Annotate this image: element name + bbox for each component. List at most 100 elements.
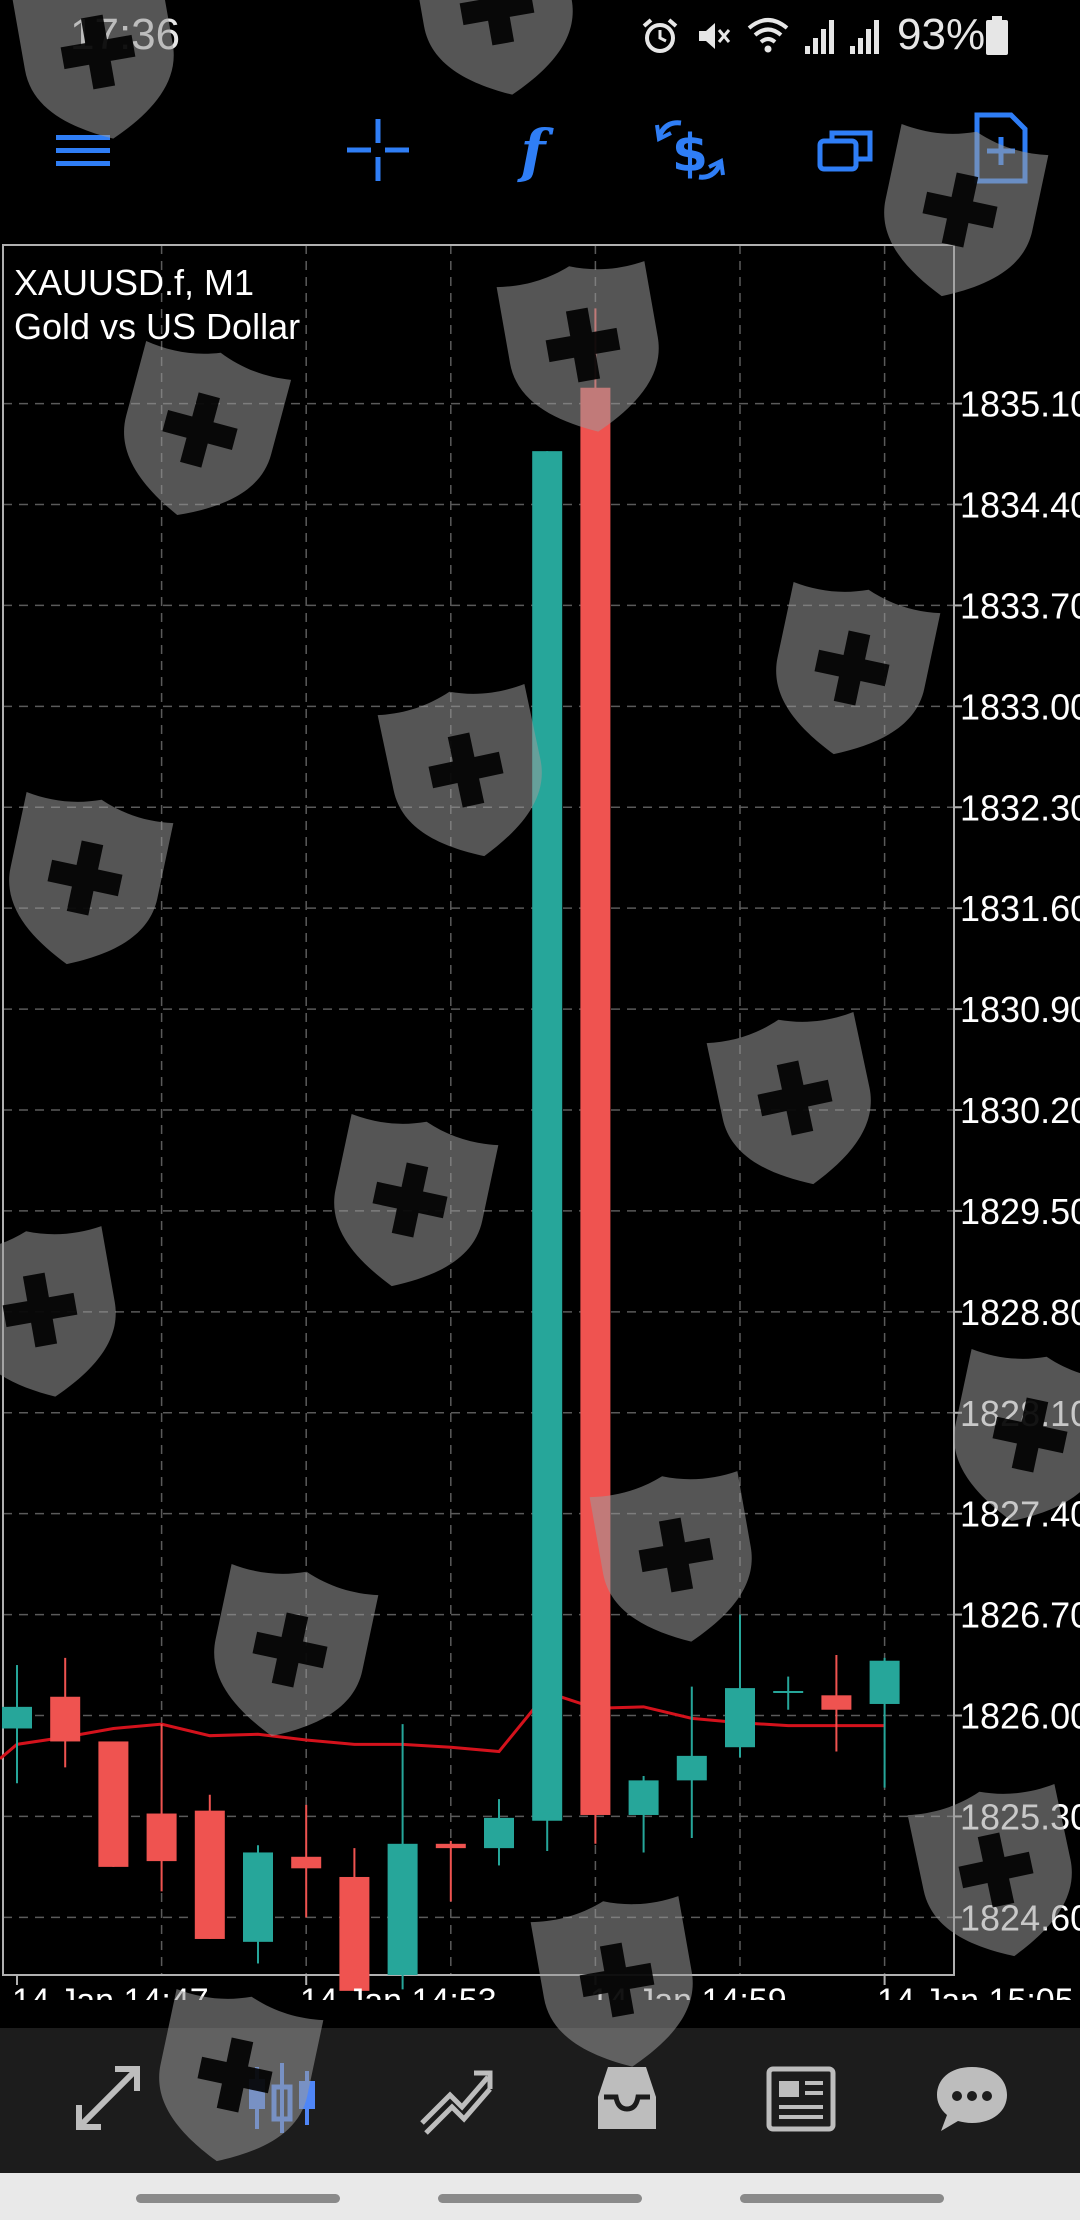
y-tick-label: 1830.20 [960, 1090, 1080, 1131]
y-axis: 1835.10 1834.40 1833.70 1833.00 1832.30 1831.… [954, 384, 1080, 1938]
candle [676, 1686, 707, 1839]
history-icon [598, 2067, 656, 2129]
y-tick-label: 1830.90 [960, 989, 1080, 1030]
indicators-icon: f [517, 117, 555, 185]
x-tick-label: 14 Jan 14:53 [300, 1982, 497, 2000]
status-bar: 17:36 93% [0, 0, 1080, 72]
wifi-icon [747, 18, 789, 53]
candle-body [821, 1695, 852, 1710]
x-tick-label: 14 Jan 14:47 [12, 1982, 209, 2000]
battery-percentage: 93% [897, 10, 986, 59]
x-axis: 14 Jan 14:47 14 Jan 14:53 14 Jan 14:59 14 J… [12, 1975, 1074, 2000]
candle [194, 1794, 225, 1939]
system-gesture-bar [0, 2173, 1080, 2220]
bottom-navigation [0, 2028, 1080, 2173]
candle-body [532, 451, 563, 1821]
x-tick-label: 14 Jan 15:05 [877, 1982, 1074, 2000]
chart-symbol-description: Gold vs US Dollar [14, 306, 301, 347]
y-tick-label: 1826.00 [960, 1696, 1080, 1737]
candle [773, 1676, 804, 1710]
nav-trade[interactable] [410, 2053, 500, 2143]
y-tick-label: 1828.80 [960, 1292, 1080, 1333]
chart-grid [3, 245, 954, 1975]
y-tick-label: 1828.10 [960, 1393, 1080, 1434]
nav-quotes[interactable] [63, 2053, 153, 2143]
y-tick-label: 1824.60 [960, 1897, 1080, 1938]
windows-button[interactable] [800, 105, 890, 195]
y-tick-label: 1827.40 [960, 1494, 1080, 1535]
candle [869, 1657, 900, 1788]
candle [339, 1848, 370, 1991]
candle-body [773, 1690, 804, 1693]
y-tick-label: 1826.70 [960, 1595, 1080, 1636]
candle [387, 1724, 418, 1990]
chat-icon [937, 2067, 1007, 2131]
candle [98, 1741, 129, 1867]
chart-area[interactable]: 1835.10 1834.40 1833.70 1833.00 1832.30 1831.… [0, 240, 1080, 2000]
candle [580, 308, 611, 1844]
back-pill[interactable] [740, 2194, 944, 2203]
candle [243, 1845, 273, 1964]
menu-button[interactable] [38, 105, 128, 195]
candle [628, 1776, 659, 1853]
candle [291, 1804, 322, 1918]
y-tick-label: 1831.60 [960, 888, 1080, 929]
windows-icon [817, 130, 873, 172]
candle-body [50, 1696, 81, 1742]
top-toolbar: f $ [0, 95, 1080, 215]
svg-text:f: f [517, 117, 555, 185]
y-tick-label: 1832.30 [960, 787, 1080, 828]
trade-icon: $ [655, 120, 725, 184]
candle-body [580, 387, 611, 1815]
quotes-icon [76, 2066, 140, 2130]
indicators-button[interactable]: f [488, 105, 578, 195]
candle [725, 1614, 755, 1758]
home-pill[interactable] [438, 2194, 642, 2203]
news-icon [766, 2066, 836, 2132]
candle-body [2, 1706, 32, 1729]
menu-icon [56, 135, 110, 166]
recent-apps-pill[interactable] [136, 2194, 340, 2203]
candle [2, 1665, 32, 1784]
candle [435, 1840, 466, 1902]
candle-body [291, 1856, 322, 1869]
candle [50, 1657, 81, 1768]
signal-icon [850, 20, 879, 54]
candle-body [484, 1817, 514, 1849]
candle-body [243, 1852, 273, 1942]
candle-body [98, 1741, 129, 1867]
candle [821, 1654, 852, 1752]
candle-body [146, 1813, 177, 1862]
candle-body [725, 1688, 755, 1748]
new-order-button[interactable] [955, 103, 1045, 193]
candle-body [628, 1780, 659, 1815]
candle [532, 451, 563, 1852]
nav-history[interactable] [582, 2053, 672, 2143]
trade-button[interactable]: $ [645, 105, 735, 195]
y-tick-label: 1825.30 [960, 1796, 1080, 1837]
nav-chart[interactable] [237, 2053, 327, 2143]
alarm-icon [642, 18, 678, 53]
price-chart[interactable]: 1835.10 1834.40 1833.70 1833.00 1832.30 1831.… [0, 240, 1080, 2000]
chart-icon [249, 2063, 315, 2133]
crosshair-button[interactable] [333, 105, 423, 195]
nav-chat[interactable] [927, 2053, 1017, 2143]
y-tick-label: 1833.00 [960, 686, 1080, 727]
candle [146, 1724, 177, 1892]
y-tick-label: 1835.10 [960, 384, 1080, 425]
nav-news[interactable] [755, 2053, 845, 2143]
mute-icon [699, 23, 731, 49]
candle-body [194, 1810, 225, 1939]
candle [484, 1799, 514, 1866]
candle-body [869, 1660, 900, 1704]
y-tick-label: 1833.70 [960, 585, 1080, 626]
chart-symbol-title: XAUUSD.f, M1 [14, 262, 255, 303]
crosshair-icon [347, 119, 409, 181]
status-time: 17:36 [70, 10, 181, 59]
trade-icon [420, 2070, 493, 2135]
battery-icon [986, 16, 1008, 55]
candle-body [435, 1843, 466, 1849]
new-order-icon [974, 112, 1028, 184]
x-tick-label: 14 Jan 14:59 [590, 1982, 787, 2000]
candle-body [676, 1755, 707, 1781]
